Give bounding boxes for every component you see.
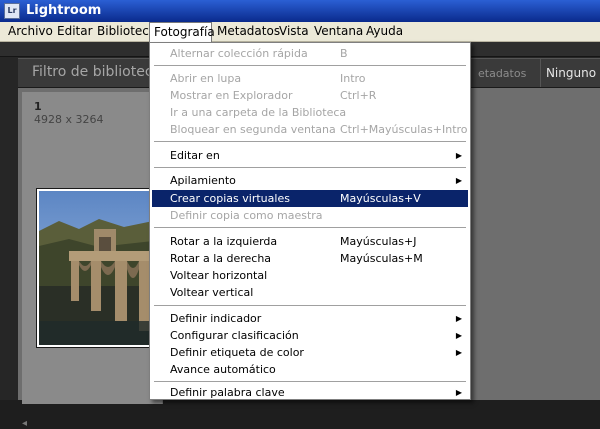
library-filter-title: Filtro de biblioteca <box>32 64 162 80</box>
menu-item-bloquear-ventana: Bloquear en segunda ventana Ctrl+Mayúscul… <box>170 123 468 136</box>
menu-vista[interactable]: Vista <box>275 22 313 41</box>
menu-item-ir-carpeta: Ir a una carpeta de la Biblioteca <box>170 106 347 119</box>
menu-bar: Archivo Editar Biblioteca Fotografía Met… <box>0 22 600 42</box>
app-title: Lightroom <box>26 3 102 18</box>
fotografia-dropdown-menu: Alternar colección rápida B Abrir en lupa… <box>149 42 471 400</box>
menu-item-editar-en[interactable]: Editar en ▶ <box>152 147 468 164</box>
submenu-arrow-icon: ▶ <box>455 331 462 340</box>
cell-index: 1 <box>34 100 42 113</box>
menu-ventana[interactable]: Ventana <box>310 22 367 41</box>
menu-separator <box>154 65 466 67</box>
menu-item-abrir-lupa: Abrir en lupa Intro <box>170 72 366 85</box>
filter-metadata-tab[interactable]: etadatos <box>478 67 526 80</box>
menu-separator <box>154 227 466 229</box>
grid-cell[interactable]: 1 4928 x 3264 <box>22 92 163 404</box>
title-bar: Lr Lightroom <box>0 0 600 22</box>
lightroom-icon: Lr <box>4 3 20 19</box>
menu-item-definir-copia-maestra: Definir copia como maestra <box>170 209 323 222</box>
menu-item-mostrar-explorador: Mostrar en Explorador Ctrl+R <box>170 89 377 102</box>
menu-item-configurar-clasificacion[interactable]: Configurar clasificación ▶ <box>152 327 468 344</box>
menu-item-voltear-horizontal[interactable]: Voltear horizontal <box>152 267 468 284</box>
menu-item-alternar-coleccion: Alternar colección rápida B <box>170 47 348 60</box>
menu-separator <box>154 305 466 307</box>
submenu-arrow-icon: ▶ <box>455 348 462 357</box>
photo-thumbnail[interactable] <box>36 188 156 348</box>
menu-separator <box>154 381 466 383</box>
menu-separator <box>154 141 466 143</box>
menu-item-rotar-izquierda[interactable]: Rotar a la izquierda Mayúsculas+J <box>152 233 468 250</box>
menu-editar[interactable]: Editar <box>53 22 97 41</box>
menu-item-definir-etiqueta-color[interactable]: Definir etiqueta de color ▶ <box>152 344 468 361</box>
menu-item-crear-copias-virtuales[interactable]: Crear copias virtuales Mayúsculas+V <box>152 190 468 207</box>
menu-ayuda[interactable]: Ayuda <box>362 22 407 41</box>
panel-collapse-handle[interactable]: ◂ <box>22 418 27 429</box>
menu-item-definir-palabra-clave[interactable]: Definir palabra clave ▶ <box>152 384 468 401</box>
submenu-arrow-icon: ▶ <box>455 176 462 185</box>
filter-none-tab[interactable]: Ninguno <box>540 59 600 87</box>
menu-archivo[interactable]: Archivo <box>4 22 57 41</box>
submenu-arrow-icon: ▶ <box>455 314 462 323</box>
menu-item-avance-automatico[interactable]: Avance automático <box>152 361 468 378</box>
menu-item-voltear-vertical[interactable]: Voltear vertical <box>152 284 468 301</box>
menu-item-definir-indicador[interactable]: Definir indicador ▶ <box>152 310 468 327</box>
menu-metadatos[interactable]: Metadatos <box>213 22 284 41</box>
submenu-arrow-icon: ▶ <box>455 151 462 160</box>
menu-item-rotar-derecha[interactable]: Rotar a la derecha Mayúsculas+M <box>152 250 468 267</box>
bridge-photo <box>39 191 153 345</box>
cell-dimensions: 4928 x 3264 <box>34 113 104 126</box>
menu-separator <box>154 167 466 169</box>
menu-fotografia[interactable]: Fotografía <box>149 22 215 42</box>
menu-item-apilamiento[interactable]: Apilamiento ▶ <box>152 172 468 189</box>
submenu-arrow-icon: ▶ <box>455 388 462 397</box>
